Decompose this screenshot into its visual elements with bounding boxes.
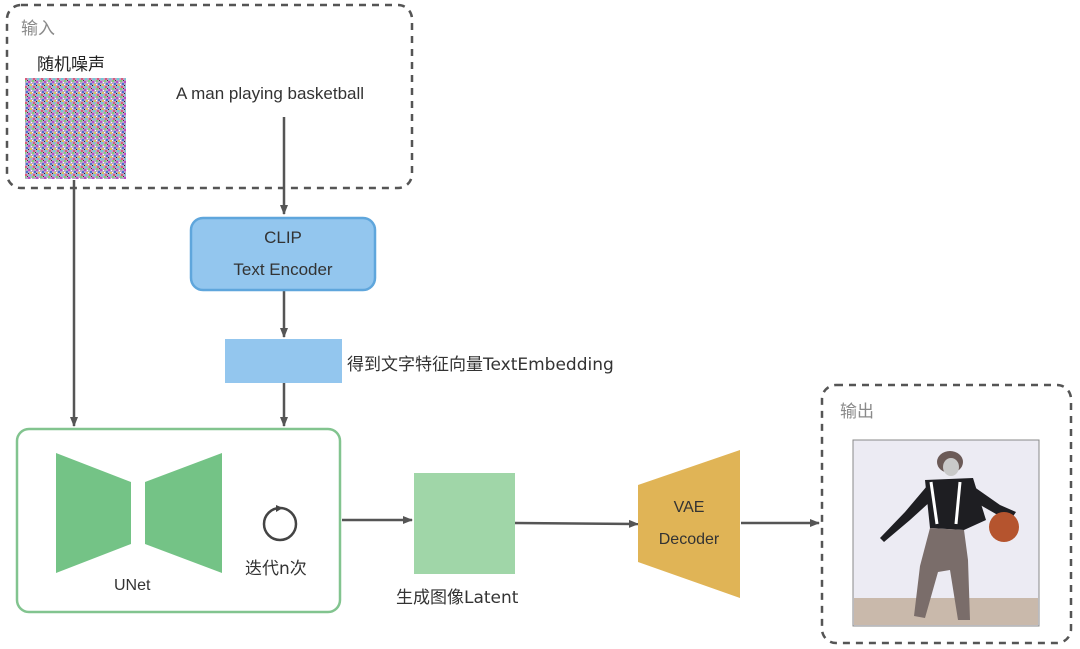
vae-label-line1: VAE — [673, 499, 705, 516]
noise-label: 随机噪声 — [37, 55, 105, 75]
clip-label-line2: Text Encoder — [233, 260, 333, 279]
diagram-canvas — [5, 3, 1073, 645]
prompt-text: A man playing basketball — [176, 84, 365, 103]
unet-label: UNet — [114, 577, 151, 594]
arrow-latent-to-vae — [514, 519, 639, 528]
input-group-label: 输入 — [21, 19, 55, 39]
vae-label-line2: Decoder — [658, 531, 720, 548]
output-group-label: 输出 — [840, 402, 874, 422]
clip-label-line1: CLIP — [264, 228, 302, 247]
text-embedding-box — [225, 339, 342, 383]
noise-image — [25, 78, 126, 179]
output-image — [852, 439, 1040, 627]
latent-box — [414, 473, 515, 574]
embedding-label: 得到文字特征向量TextEmbedding — [347, 355, 614, 375]
vae-decoder-shape — [638, 450, 740, 598]
iterate-label: 迭代n次 — [245, 559, 307, 579]
latent-label: 生成图像Latent — [396, 588, 519, 608]
